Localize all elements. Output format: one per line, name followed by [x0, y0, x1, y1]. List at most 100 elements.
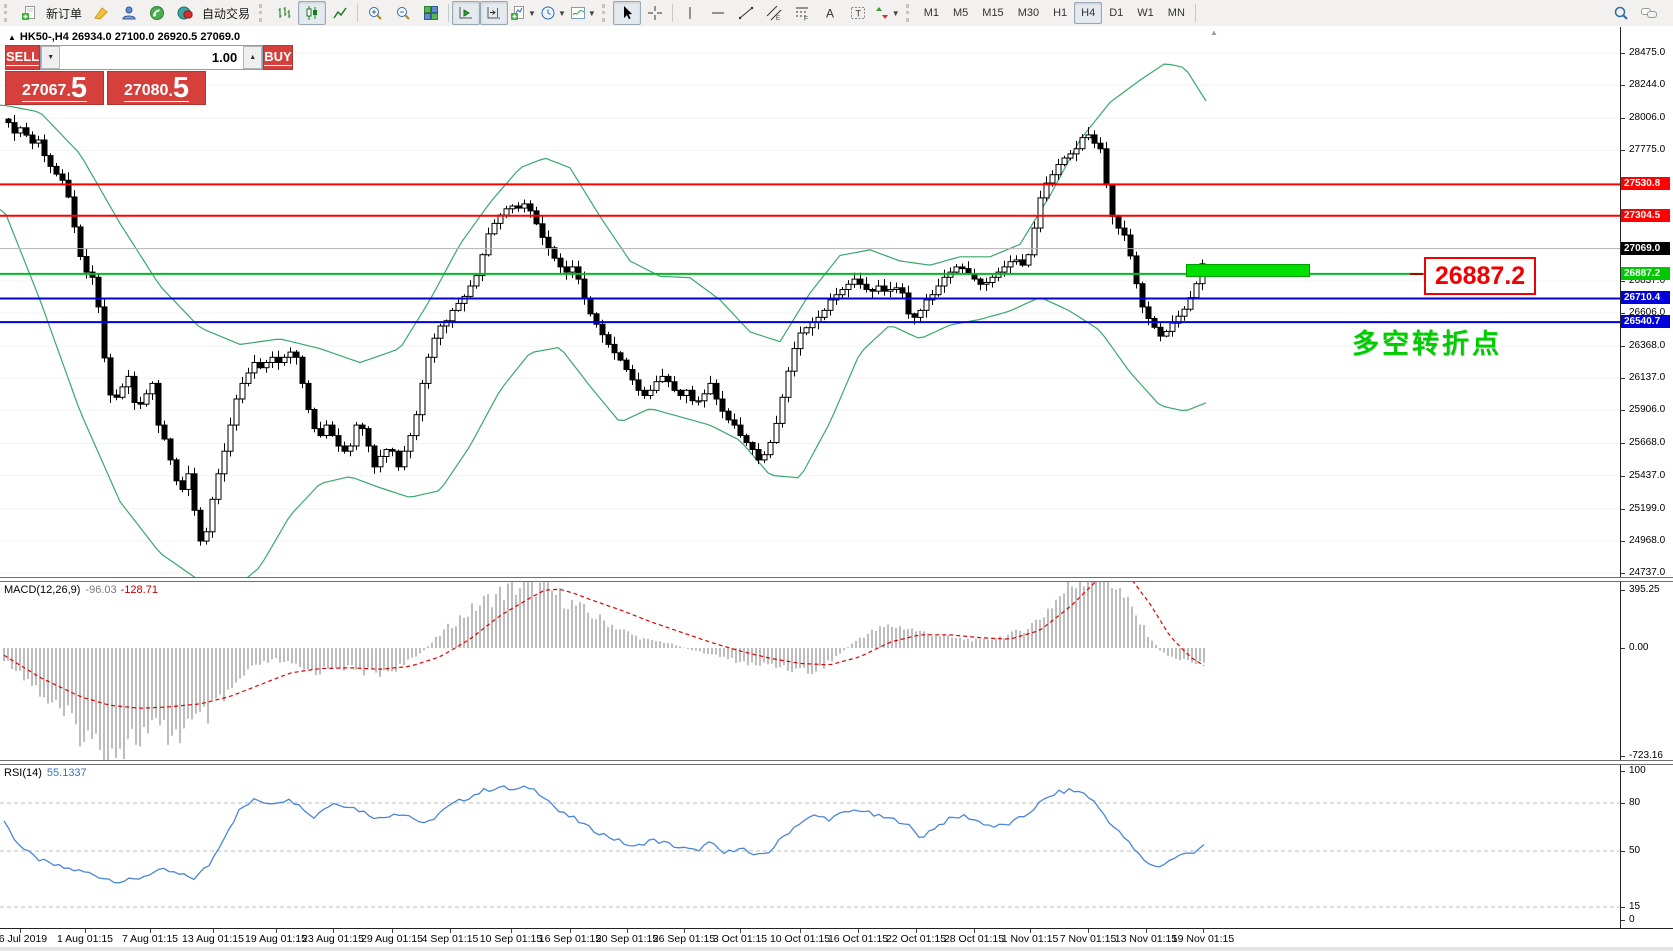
new-order-button[interactable] — [15, 1, 43, 25]
tester-button[interactable] — [115, 1, 143, 25]
news-button[interactable] — [143, 1, 171, 25]
timeframe-m30[interactable]: M30 — [1011, 2, 1046, 24]
price-tick — [1620, 85, 1625, 86]
templates-button[interactable]: ▼ — [568, 1, 598, 25]
tile-windows-button[interactable] — [417, 1, 445, 25]
new-order-icon — [21, 5, 37, 21]
time-axis-label: 13 Nov 01:15 — [1115, 933, 1177, 945]
price-label-badge: 26710.4 — [1621, 291, 1670, 304]
callout-price-text: 26887.2 — [1435, 262, 1525, 291]
buy-price-int: 27080 — [124, 81, 169, 102]
rsi-label: RSI(14)55.1337 — [4, 767, 87, 779]
price-tick-label: 25668.0 — [1629, 437, 1665, 448]
timeframe-m5[interactable]: M5 — [946, 2, 975, 24]
pane-splitter[interactable] — [0, 577, 1673, 582]
candlestick-chart-button[interactable] — [298, 1, 326, 25]
autotrading-label[interactable]: 自动交易 — [202, 5, 250, 22]
main-chart-pane[interactable] — [0, 27, 1620, 578]
chart-shift-marker-icon[interactable]: ▲ — [1210, 28, 1218, 37]
autotrading-button[interactable] — [171, 1, 199, 25]
fibonacci-button[interactable]: F — [788, 1, 816, 25]
timeframe-w1[interactable]: W1 — [1130, 2, 1161, 24]
trendline-icon — [738, 5, 754, 21]
timeframe-h1[interactable]: H1 — [1046, 2, 1074, 24]
vertical-line-button[interactable] — [676, 1, 704, 25]
macd-main-value: -96.03 — [85, 584, 116, 596]
candles — [6, 115, 1205, 546]
periods-button[interactable]: ▼ — [538, 1, 568, 25]
price-label-badge: 27530.8 — [1621, 177, 1670, 190]
text-button[interactable]: A — [816, 1, 844, 25]
search-icon — [1613, 5, 1629, 21]
main-toolbar: 新订单 自动交易 ▼ ▼ ▼ — [0, 0, 1673, 27]
macd-pane[interactable] — [0, 581, 1620, 760]
price-tick — [1620, 281, 1625, 282]
symbol-period-label: HK50-,H4 — [20, 31, 69, 43]
svg-text:E: E — [776, 16, 780, 21]
rsi-level-lines — [0, 803, 1620, 907]
buy-price[interactable]: 27080.5 — [107, 71, 206, 105]
time-axis-label: 23 Aug 01:15 — [302, 933, 364, 945]
pivot-annotation-text[interactable]: 多空转折点 — [1352, 322, 1502, 361]
rsi-line — [4, 786, 1204, 883]
channel-button[interactable]: E — [760, 1, 788, 25]
buy-button[interactable]: BUY — [263, 45, 292, 70]
buy-price-frac: 5 — [173, 75, 189, 102]
timeframe-h4[interactable]: H4 — [1074, 2, 1102, 24]
volume-input[interactable] — [60, 46, 243, 69]
rsi-pane[interactable] — [0, 764, 1620, 928]
support-zone-rectangle[interactable] — [1186, 264, 1310, 277]
sell-button[interactable]: SELL — [5, 45, 40, 70]
macd-tick — [1620, 648, 1625, 649]
price-callout-box[interactable]: 26887.2 — [1424, 257, 1536, 295]
vertical-line-icon — [682, 5, 698, 21]
macd-tick-label: 0.00 — [1629, 642, 1648, 653]
sell-price[interactable]: 27067.5 — [5, 71, 104, 105]
text-label-icon: T — [850, 5, 866, 21]
rsi-tick — [1620, 851, 1625, 852]
macd-label: MACD(12,26,9)-96.03-128.71 — [4, 584, 158, 596]
zoom-out-button[interactable] — [389, 1, 417, 25]
cursor-button[interactable] — [613, 1, 641, 25]
toolbar-separator — [357, 4, 358, 22]
timeframe-m1[interactable]: M1 — [917, 2, 946, 24]
trendline-button[interactable] — [732, 1, 760, 25]
toolbar-separator — [1195, 4, 1196, 22]
timeframe-m15[interactable]: M15 — [975, 2, 1010, 24]
rsi-tick-label: 0 — [1629, 914, 1635, 925]
rsi-tick — [1620, 907, 1625, 908]
rsi-tick-label: 100 — [1629, 765, 1646, 776]
tile-windows-icon — [423, 5, 439, 21]
time-axis-label: 26 Jul 2019 — [0, 933, 47, 945]
chart-shift-button[interactable] — [480, 1, 508, 25]
timeframe-d1[interactable]: D1 — [1102, 2, 1130, 24]
arrows-button[interactable]: ▼ — [872, 1, 902, 25]
volume-up-button[interactable]: ▲ — [243, 46, 262, 69]
time-axis-label: 7 Nov 01:15 — [1060, 933, 1117, 945]
toolbar-grip — [259, 4, 267, 22]
volume-down-button[interactable]: ▼ — [41, 46, 60, 69]
indicators-button[interactable]: ▼ — [508, 1, 538, 25]
chat-button[interactable] — [1635, 1, 1663, 25]
highlight-button[interactable] — [87, 1, 115, 25]
ohlc-values: 26934.0 27100.0 26920.5 27069.0 — [72, 31, 240, 43]
horizontal-level-lines[interactable] — [0, 184, 1620, 322]
auto-scroll-button[interactable] — [452, 1, 480, 25]
new-order-label[interactable]: 新订单 — [46, 5, 82, 22]
zoom-in-button[interactable] — [361, 1, 389, 25]
horizontal-line-button[interactable] — [704, 1, 732, 25]
text-label-button[interactable]: T — [844, 1, 872, 25]
bar-chart-button[interactable] — [270, 1, 298, 25]
price-tick-label: 25199.0 — [1629, 503, 1665, 514]
search-button[interactable] — [1607, 1, 1635, 25]
line-chart-button[interactable] — [326, 1, 354, 25]
auto-scroll-icon — [458, 5, 474, 21]
window-marker-icon: ▲ — [8, 33, 16, 42]
rsi-tick — [1620, 771, 1625, 772]
pane-splitter[interactable] — [0, 760, 1673, 765]
sell-price-frac: 5 — [71, 75, 87, 102]
timeframe-mn[interactable]: MN — [1161, 2, 1192, 24]
time-axis-label: 16 Sep 01:15 — [539, 933, 601, 945]
time-axis[interactable]: 26 Jul 20191 Aug 01:157 Aug 01:1513 Aug … — [0, 928, 1673, 947]
crosshair-button[interactable] — [641, 1, 669, 25]
